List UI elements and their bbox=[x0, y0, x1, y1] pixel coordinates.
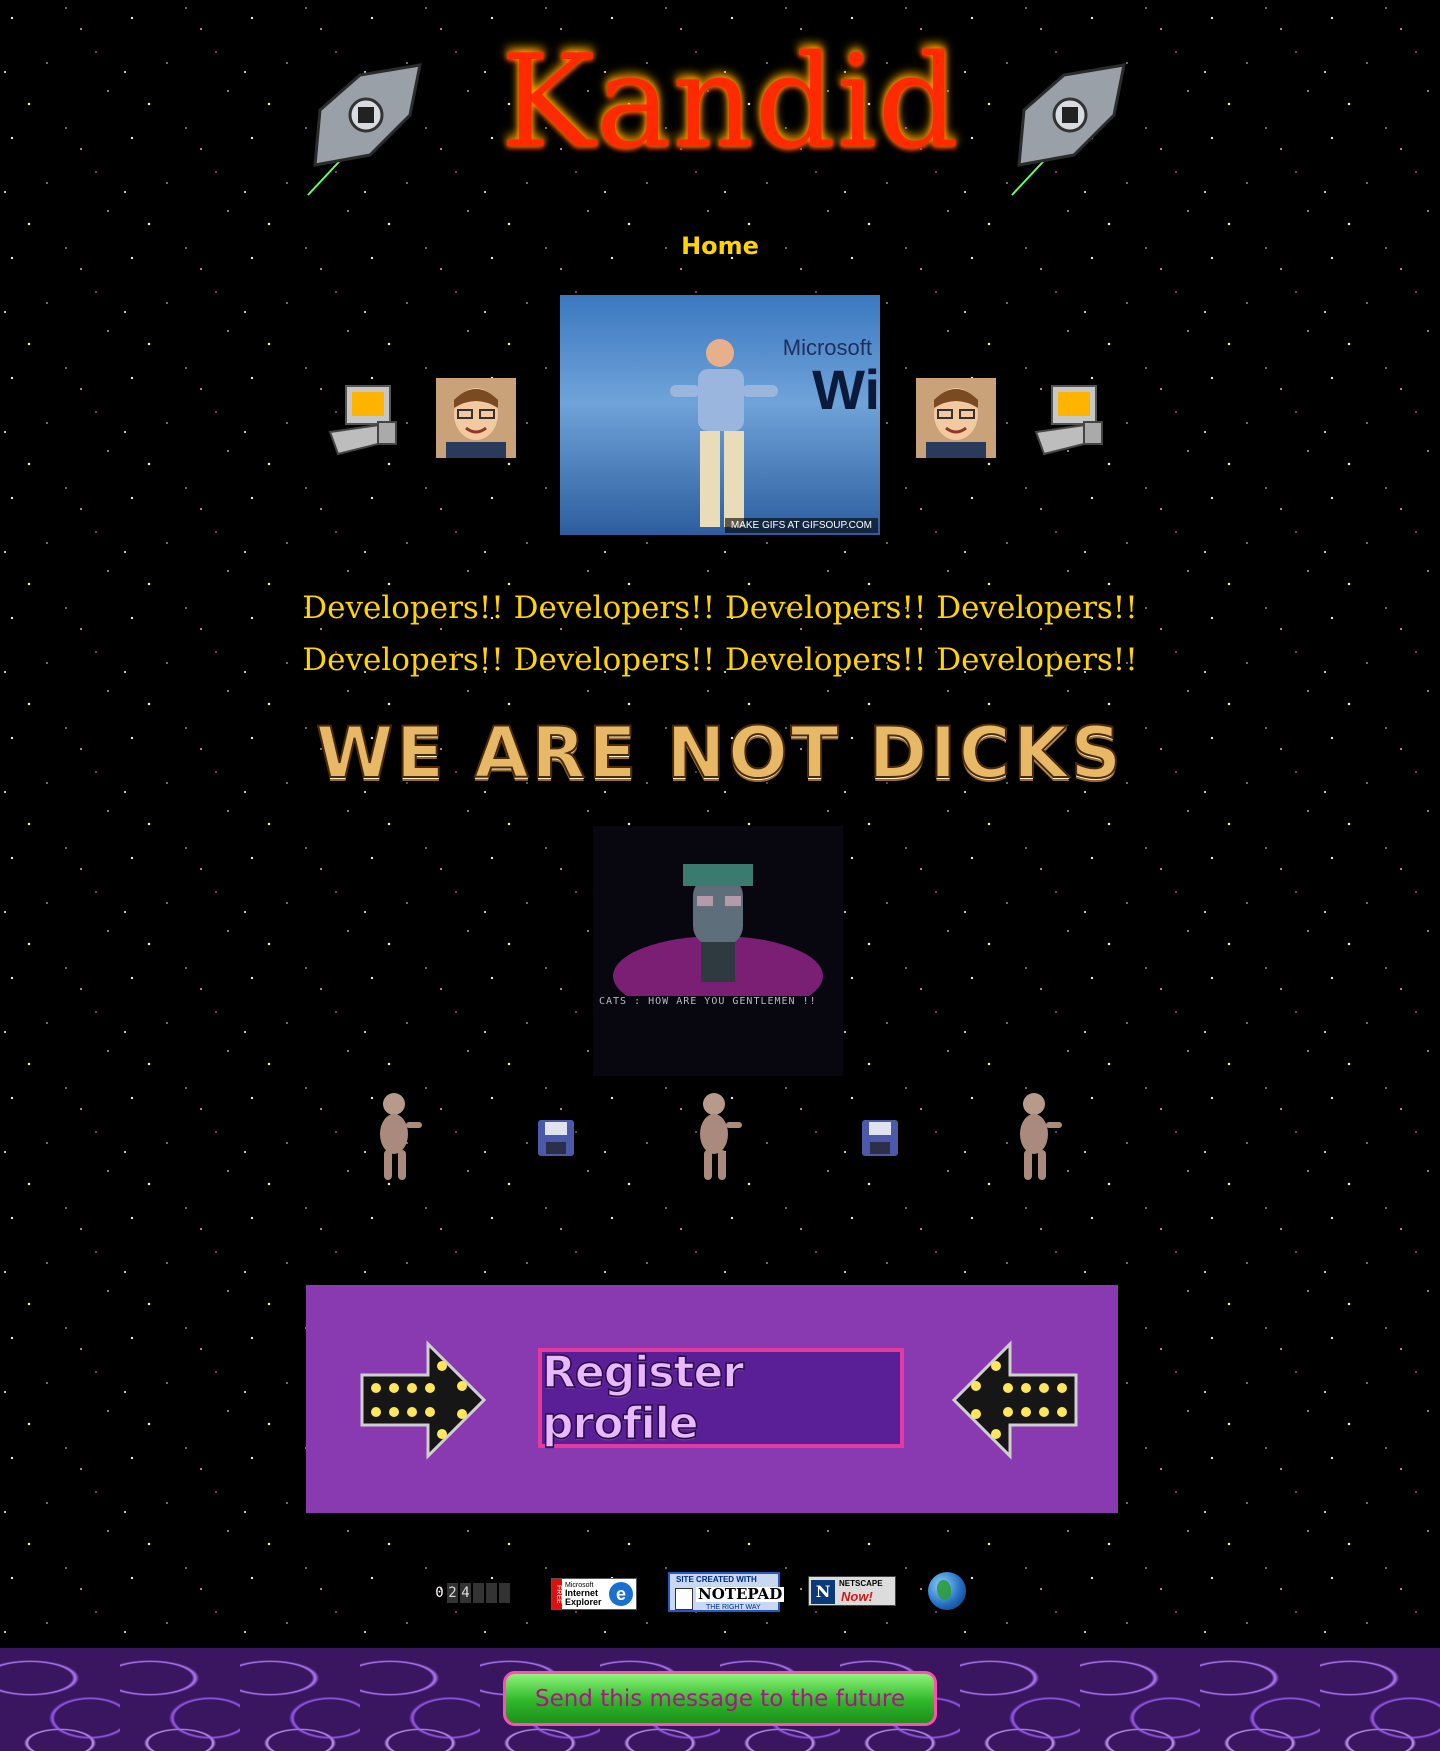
ballmer-gif: Microsoft Wi MAKE GIFS AT GIFSOUP.COM bbox=[560, 295, 880, 535]
counter-digit: 2 bbox=[447, 1583, 458, 1603]
developers-line: Developers!! Developers!! Developers!! D… bbox=[302, 642, 1138, 678]
globe-icon bbox=[928, 1572, 966, 1610]
counter-digit bbox=[486, 1583, 497, 1603]
ie-badge-text: Microsoft Internet Explorer bbox=[562, 1582, 609, 1607]
developers-line: Developers!! Developers!! Developers!! D… bbox=[302, 590, 1138, 626]
tie-fighter-icon bbox=[300, 55, 430, 205]
counter-digit bbox=[473, 1583, 484, 1603]
bill-gates-portrait-icon bbox=[436, 378, 516, 458]
dancing-baby-icon bbox=[690, 1090, 750, 1185]
nav-home-link[interactable]: Home bbox=[660, 232, 780, 260]
bill-gates-portrait-icon bbox=[916, 378, 996, 458]
register-panel: Register profile bbox=[306, 1285, 1118, 1513]
register-profile-button[interactable]: Register profile bbox=[538, 1346, 904, 1450]
netscape-badge-now: Now! bbox=[841, 1589, 873, 1604]
dancing-baby-icon bbox=[370, 1090, 430, 1185]
counter-digit bbox=[499, 1583, 510, 1603]
notepad-badge-name: NOTEPAD bbox=[696, 1585, 785, 1603]
marquee-arrow-icon bbox=[950, 1340, 1080, 1460]
register-profile-label: Register profile bbox=[541, 1346, 745, 1450]
counter-digit: 0 bbox=[435, 1585, 444, 1601]
counter-digit: 4 bbox=[460, 1583, 471, 1603]
dancing-baby-icon bbox=[1010, 1090, 1070, 1185]
notepad-badge-top: SITE CREATED WITH bbox=[676, 1575, 757, 1584]
notepad-badge-bottom: THE RIGHT WAY bbox=[706, 1604, 761, 1611]
netscape-badge-name: NETSCAPE bbox=[839, 1579, 883, 1588]
notepad-icon bbox=[675, 1588, 693, 1610]
hit-counter: 0 2 4 bbox=[434, 1582, 510, 1604]
floppy-disk-icon bbox=[536, 1118, 576, 1158]
netscape-badge[interactable]: N NETSCAPE Now! bbox=[808, 1576, 896, 1606]
developers-chant: Developers!! Developers!! Developers!! D… bbox=[300, 582, 1140, 686]
gif-caption: MAKE GIFS AT GIFSOUP.COM bbox=[724, 518, 878, 533]
free-label: FREE bbox=[552, 1579, 562, 1609]
cats-gif: CATS : HOW ARE YOU GENTLEMEN !! bbox=[593, 826, 843, 1076]
windows-logo-text: Wi bbox=[812, 358, 880, 421]
internet-explorer-badge[interactable]: FREE Microsoft Internet Explorer e bbox=[551, 1578, 637, 1610]
cats-character-image bbox=[613, 864, 823, 996]
tie-fighter-icon bbox=[1004, 55, 1134, 205]
send-to-future-button[interactable]: Send this message to the future bbox=[503, 1671, 937, 1726]
dancing-man-figure bbox=[670, 339, 778, 527]
site-logo[interactable]: Kandid bbox=[500, 18, 959, 188]
old-computer-icon bbox=[1030, 382, 1106, 458]
floppy-disk-icon bbox=[860, 1118, 900, 1158]
internet-explorer-icon: e bbox=[609, 1582, 633, 1606]
gold-banner-text: WE ARE NOT DICKS bbox=[315, 712, 1125, 794]
netscape-icon: N bbox=[811, 1580, 835, 1604]
old-computer-icon bbox=[324, 382, 400, 458]
ie-badge-line: Explorer bbox=[565, 1596, 602, 1607]
notepad-badge[interactable]: SITE CREATED WITH NOTEPAD THE RIGHT WAY bbox=[668, 1572, 785, 1612]
marquee-arrow-icon bbox=[358, 1340, 488, 1460]
cats-quote: CATS : HOW ARE YOU GENTLEMEN !! bbox=[599, 996, 817, 1007]
